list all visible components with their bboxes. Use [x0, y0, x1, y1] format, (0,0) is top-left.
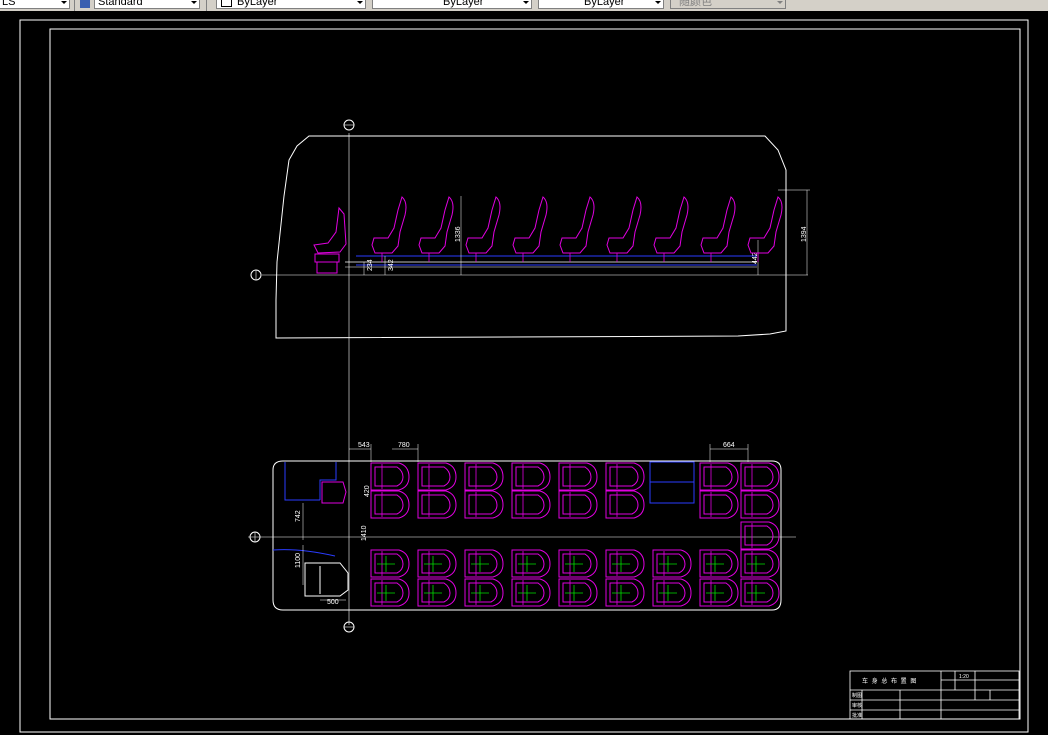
dim-style-value: Standard: [98, 0, 143, 8]
plan-dim-label: 1410: [361, 525, 368, 541]
side-dim-label: 342: [388, 259, 395, 271]
driver-seat: [313, 206, 347, 254]
passenger-seat-plan: [699, 490, 739, 519]
toolbar-separator: [206, 0, 207, 11]
passenger-seat-side: [606, 196, 642, 262]
passenger-seat-plan: [699, 578, 739, 607]
passenger-seat-plan: [605, 549, 645, 578]
plan-dim-label: 543: [358, 442, 370, 449]
passenger-seat-plan: [652, 578, 692, 607]
plan-view: 543 780 664 420 1410 742 1100 500: [248, 442, 796, 633]
passenger-seat-plan: [370, 578, 410, 607]
passenger-seat-plan: [699, 549, 739, 578]
linetype-dropdown[interactable]: ByLayer: [372, 0, 532, 9]
chevron-down-icon: [523, 1, 529, 4]
passenger-seat-plan: [464, 549, 504, 578]
chevron-down-icon: [655, 1, 661, 4]
text-style-dropdown[interactable]: LS: [0, 0, 70, 9]
lineweight-dropdown[interactable]: ByLayer: [538, 0, 664, 9]
passenger-seat-side: [653, 196, 689, 262]
bus-body-outline: [275, 135, 787, 339]
chevron-down-icon: [191, 1, 197, 4]
passenger-seat-plan: [652, 549, 692, 578]
dim-style-dropdown[interactable]: Standard: [94, 0, 200, 9]
title-block-row-label: 制图: [852, 692, 862, 699]
plan-dim-label: 780: [398, 442, 410, 449]
layer-color-swatch-icon: [221, 0, 232, 7]
passenger-seat-side: [700, 196, 736, 262]
chevron-down-icon: [357, 1, 363, 4]
toolbar-separator: [74, 0, 75, 11]
side-dim-label: 1336: [455, 226, 462, 242]
layer-dropdown[interactable]: ByLayer: [216, 0, 366, 9]
plot-style-value: 随颜色: [679, 0, 712, 8]
cad-toolbar: LS Standard ByLayer ByLayer ByLayer 随颜色: [0, 0, 1048, 11]
passenger-seat-plan: [417, 578, 457, 607]
middle-door: [649, 461, 695, 504]
passenger-seat-side: [747, 196, 783, 262]
passenger-seat-plan: [558, 490, 598, 519]
passenger-seat-plan: [558, 549, 598, 578]
side-seat-row: [371, 196, 783, 262]
chevron-down-icon: [61, 1, 67, 4]
passenger-seat-plan: [511, 549, 551, 578]
passenger-seat-plan: [605, 462, 645, 491]
plan-dim-label: 420: [364, 485, 371, 497]
side-view: 234 342 1336 442 1394: [250, 119, 810, 625]
text-style-value: LS: [2, 0, 16, 8]
passenger-seat-plan: [558, 462, 598, 491]
passenger-seat-plan: [605, 490, 645, 519]
passenger-seat-plan: [370, 490, 410, 519]
passenger-seat-side: [371, 196, 407, 262]
passenger-seat-plan: [511, 462, 551, 491]
inner-sheet-frame: [49, 28, 1021, 720]
title-block-scale: 1:20: [959, 674, 969, 680]
passenger-seat-plan: [464, 462, 504, 491]
passenger-seat-plan: [740, 490, 780, 519]
plan-dim-label: 1100: [295, 553, 302, 568]
passenger-seat-plan: [740, 578, 780, 607]
linetype-value: ByLayer: [443, 0, 484, 8]
driver-seat-plan: [321, 481, 347, 504]
passenger-seat-plan: [464, 490, 504, 519]
drawing-canvas[interactable]: 234 342 1336 442 1394 543 780 664 420 14…: [0, 11, 1048, 735]
plan-dim-label: 742: [295, 510, 302, 522]
passenger-seat-side: [512, 196, 548, 262]
passenger-seat-plan: [370, 549, 410, 578]
passenger-seat-plan: [740, 521, 780, 550]
dim-style-icon[interactable]: [80, 0, 90, 8]
plan-seat-grid: [370, 462, 780, 607]
passenger-seat-plan: [740, 462, 780, 491]
passenger-seat-plan: [417, 462, 457, 491]
plot-style-dropdown[interactable]: 随颜色: [670, 0, 786, 9]
passenger-seat-plan: [605, 578, 645, 607]
passenger-seat-plan: [417, 490, 457, 519]
passenger-seat-plan: [370, 462, 410, 491]
guide-seat-plan: [304, 562, 349, 597]
passenger-seat-plan: [740, 549, 780, 578]
outer-sheet-frame: [19, 19, 1029, 733]
passenger-seat-plan: [699, 462, 739, 491]
passenger-seat-plan: [511, 578, 551, 607]
passenger-seat-side: [465, 196, 501, 262]
front-door: [284, 462, 337, 501]
passenger-seat-plan: [511, 490, 551, 519]
side-dim-label: 234: [367, 259, 374, 271]
passenger-seat-plan: [417, 549, 457, 578]
plan-dim-label: 664: [723, 442, 735, 449]
passenger-seat-plan: [558, 578, 598, 607]
title-block-row-label: 批准: [852, 712, 862, 719]
door-swing-arc: [272, 549, 336, 557]
layer-value: ByLayer: [237, 0, 278, 8]
chevron-down-icon: [777, 1, 783, 4]
title-block-title: 车 身 总 布 置 图: [862, 677, 917, 685]
lineweight-value: ByLayer: [584, 0, 625, 8]
passenger-seat-side: [559, 196, 595, 262]
side-dim-label: 1394: [801, 226, 808, 242]
passenger-seat-plan: [464, 578, 504, 607]
plan-dim-label: 500: [327, 599, 339, 606]
passenger-seat-side: [418, 196, 454, 262]
title-block-row-label: 审核: [852, 702, 862, 709]
